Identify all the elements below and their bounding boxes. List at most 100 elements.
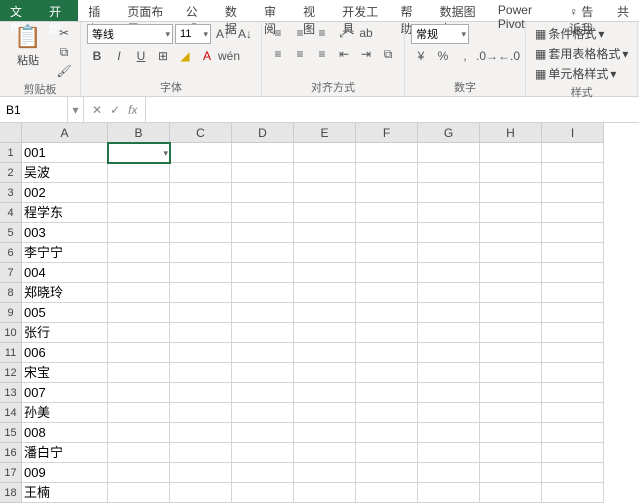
cell-F7[interactable] (356, 263, 418, 283)
inc-decimal-button[interactable]: .0→ (477, 47, 497, 65)
cell-H18[interactable] (480, 483, 542, 503)
cell-E13[interactable] (294, 383, 356, 403)
cell-B8[interactable] (108, 283, 170, 303)
cell-C2[interactable] (170, 163, 232, 183)
cell-F2[interactable] (356, 163, 418, 183)
tab-6[interactable]: 视图 (293, 0, 332, 21)
tab-2[interactable]: 页面布局 (117, 0, 175, 21)
cell-I12[interactable] (542, 363, 604, 383)
tell-me[interactable]: ♀ 告诉我 (559, 0, 607, 21)
align-bottom-button[interactable]: ≡ (312, 24, 332, 42)
align-center-button[interactable]: ≡ (290, 45, 310, 63)
cell-B7[interactable] (108, 263, 170, 283)
tab-9[interactable]: 数据图表 (430, 0, 488, 21)
paste-button[interactable]: 📋 粘贴 (6, 24, 50, 68)
cell-F12[interactable] (356, 363, 418, 383)
cell-I6[interactable] (542, 243, 604, 263)
cell-H13[interactable] (480, 383, 542, 403)
cell-E18[interactable] (294, 483, 356, 503)
cell-F18[interactable] (356, 483, 418, 503)
cell-A3[interactable]: 002 (22, 183, 108, 203)
tab-10[interactable]: Power Pivot (488, 0, 559, 21)
cell-C12[interactable] (170, 363, 232, 383)
cell-B6[interactable] (108, 243, 170, 263)
name-box[interactable] (0, 97, 68, 122)
row-header-5[interactable]: 5 (0, 223, 22, 243)
cell-I11[interactable] (542, 343, 604, 363)
cut-button[interactable]: ✂ (54, 24, 74, 42)
cell-E4[interactable] (294, 203, 356, 223)
cell-D5[interactable] (232, 223, 294, 243)
cell-A13[interactable]: 007 (22, 383, 108, 403)
select-all-corner[interactable] (0, 123, 22, 143)
cell-F16[interactable] (356, 443, 418, 463)
merge-button[interactable]: ⧉ (378, 45, 398, 63)
currency-button[interactable]: ¥ (411, 47, 431, 65)
share[interactable]: 共 (607, 0, 639, 21)
cell-D14[interactable] (232, 403, 294, 423)
cell-E5[interactable] (294, 223, 356, 243)
cell-H2[interactable] (480, 163, 542, 183)
border-button[interactable]: ⊞ (153, 47, 173, 65)
cell-G6[interactable] (418, 243, 480, 263)
cell-E14[interactable] (294, 403, 356, 423)
cell-H15[interactable] (480, 423, 542, 443)
cell-D13[interactable] (232, 383, 294, 403)
cell-B5[interactable] (108, 223, 170, 243)
cell-G3[interactable] (418, 183, 480, 203)
row-header-8[interactable]: 8 (0, 283, 22, 303)
align-middle-button[interactable]: ≡ (290, 24, 310, 42)
cell-F13[interactable] (356, 383, 418, 403)
cell-G12[interactable] (418, 363, 480, 383)
cell-F14[interactable] (356, 403, 418, 423)
cell-A9[interactable]: 005 (22, 303, 108, 323)
cell-B4[interactable] (108, 203, 170, 223)
col-header-A[interactable]: A (22, 123, 108, 143)
cell-G5[interactable] (418, 223, 480, 243)
cell-E7[interactable] (294, 263, 356, 283)
cell-D11[interactable] (232, 343, 294, 363)
percent-button[interactable]: % (433, 47, 453, 65)
tab-3[interactable]: 公式 (176, 0, 215, 21)
cell-D7[interactable] (232, 263, 294, 283)
cell-E15[interactable] (294, 423, 356, 443)
align-left-button[interactable]: ≡ (268, 45, 288, 63)
cell-I18[interactable] (542, 483, 604, 503)
cell-I9[interactable] (542, 303, 604, 323)
shrink-font-button[interactable]: A↓ (235, 25, 255, 43)
cell-D15[interactable] (232, 423, 294, 443)
cell-B13[interactable] (108, 383, 170, 403)
col-header-D[interactable]: D (232, 123, 294, 143)
cell-E12[interactable] (294, 363, 356, 383)
cell-E3[interactable] (294, 183, 356, 203)
cell-I4[interactable] (542, 203, 604, 223)
cell-G15[interactable] (418, 423, 480, 443)
col-header-C[interactable]: C (170, 123, 232, 143)
row-header-17[interactable]: 17 (0, 463, 22, 483)
col-header-H[interactable]: H (480, 123, 542, 143)
cell-C15[interactable] (170, 423, 232, 443)
cell-I14[interactable] (542, 403, 604, 423)
formula-input[interactable] (152, 103, 633, 117)
cell-B18[interactable] (108, 483, 170, 503)
cell-E11[interactable] (294, 343, 356, 363)
row-header-7[interactable]: 7 (0, 263, 22, 283)
cell-G17[interactable] (418, 463, 480, 483)
tab-5[interactable]: 审阅 (254, 0, 293, 21)
cell-A16[interactable]: 潘白宁 (22, 443, 108, 463)
cell-I8[interactable] (542, 283, 604, 303)
cell-G9[interactable] (418, 303, 480, 323)
cell-C9[interactable] (170, 303, 232, 323)
cell-H4[interactable] (480, 203, 542, 223)
col-header-E[interactable]: E (294, 123, 356, 143)
indent-dec-button[interactable]: ⇤ (334, 45, 354, 63)
indent-inc-button[interactable]: ⇥ (356, 45, 376, 63)
cell-H14[interactable] (480, 403, 542, 423)
cell-H3[interactable] (480, 183, 542, 203)
phonetic-button[interactable]: wén (219, 47, 239, 65)
cell-A6[interactable]: 李宁宁 (22, 243, 108, 263)
cell-H12[interactable] (480, 363, 542, 383)
cell-E1[interactable] (294, 143, 356, 163)
col-header-F[interactable]: F (356, 123, 418, 143)
cell-C14[interactable] (170, 403, 232, 423)
